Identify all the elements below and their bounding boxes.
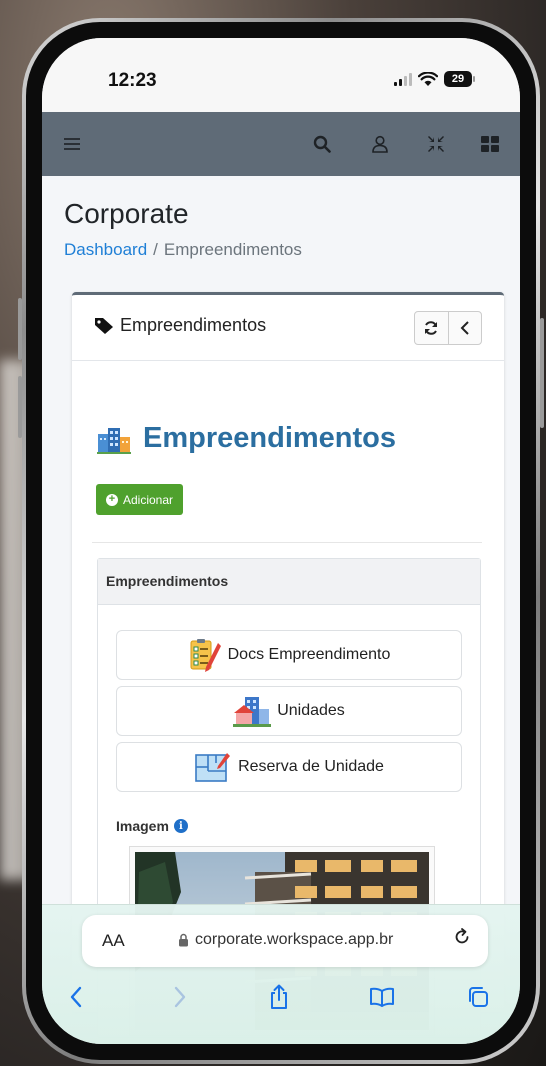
add-button-label: Adicionar (123, 492, 174, 507)
document-checklist-icon (190, 639, 221, 672)
phone-frame: 12:23 29 Corporate Dashboard / Empreendi… (18, 18, 544, 1064)
card-title-text: Empreendimentos (120, 315, 267, 335)
battery-icon: 29 (444, 71, 475, 87)
url-display[interactable]: corporate.workspace.app.br (178, 931, 393, 949)
address-bar[interactable]: AA corporate.workspace.app.br (82, 915, 488, 967)
app-navbar (42, 112, 520, 176)
breadcrumb-separator: / (153, 240, 158, 259)
breadcrumb: Dashboard / Empreendimentos (64, 240, 302, 260)
compress-icon[interactable] (424, 132, 448, 156)
panel-header: Empreendimentos (98, 559, 480, 605)
hamburger-menu-icon[interactable] (60, 132, 84, 156)
reader-settings-button[interactable]: AA (102, 931, 125, 951)
user-icon[interactable] (368, 132, 392, 156)
plus-circle-icon: + (106, 493, 118, 506)
unidades-button[interactable]: Unidades (116, 686, 462, 736)
page-title: Corporate (64, 198, 189, 229)
lock-icon (179, 933, 188, 947)
docs-empreendimento-button[interactable]: Docs Empreendimento (116, 630, 462, 680)
add-button[interactable]: + Adicionar (96, 484, 184, 515)
image-label-text: Imagem (116, 818, 169, 834)
browser-bottom-bar: AA corporate.workspace.app.br (42, 904, 520, 1044)
info-icon[interactable]: i (173, 819, 188, 833)
power-button (540, 318, 544, 428)
floorplan-icon (195, 753, 231, 782)
breadcrumb-current: Empreendimentos (163, 240, 302, 259)
status-time: 12:23 (108, 70, 157, 91)
phone-bezel: 12:23 29 Corporate Dashboard / Empreendi… (26, 22, 536, 1060)
tag-icon (95, 317, 113, 334)
buildings-icon (97, 427, 131, 454)
phone-screen: 12:23 29 Corporate Dashboard / Empreendi… (42, 38, 520, 1044)
aa-label: AA (102, 931, 125, 950)
bookmarks-icon[interactable] (362, 977, 402, 1017)
buildings-icon (233, 697, 272, 727)
volume-up-button (18, 298, 22, 360)
card-header: Empreendimentos (72, 295, 504, 361)
wifi-icon (418, 71, 438, 86)
image-label: Imagem i (116, 818, 188, 834)
reload-icon[interactable] (452, 927, 472, 953)
grid-icon[interactable] (478, 132, 502, 156)
status-icons: 29 (394, 71, 475, 87)
main-heading-text: Empreendimentos (143, 422, 396, 454)
status-bar: 12:23 29 (42, 38, 520, 112)
refresh-icon[interactable] (415, 312, 448, 344)
breadcrumb-home-link[interactable]: Dashboard (64, 240, 147, 259)
card-title: Empreendimentos (94, 315, 266, 336)
share-icon[interactable] (259, 977, 299, 1017)
forward-icon[interactable] (160, 977, 200, 1017)
divider (92, 542, 482, 543)
reserva-de-unidade-button[interactable]: Reserva de Unidade (116, 742, 462, 792)
volume-down-button (18, 376, 22, 438)
search-icon[interactable] (310, 132, 334, 156)
unidades-label: Unidades (277, 702, 345, 719)
docs-empreendimento-label: Docs Empreendimento (227, 646, 391, 663)
reserva-de-unidade-label: Reserva de Unidade (238, 758, 384, 775)
url-text: corporate.workspace.app.br (195, 931, 394, 948)
chevron-left-icon[interactable] (447, 312, 482, 344)
signal-icon (394, 72, 412, 86)
tabs-icon[interactable] (458, 977, 498, 1017)
card-tools (414, 311, 482, 345)
back-icon[interactable] (56, 977, 96, 1017)
main-heading: Empreendimentos (97, 422, 396, 455)
browser-toolbar (42, 977, 520, 1027)
